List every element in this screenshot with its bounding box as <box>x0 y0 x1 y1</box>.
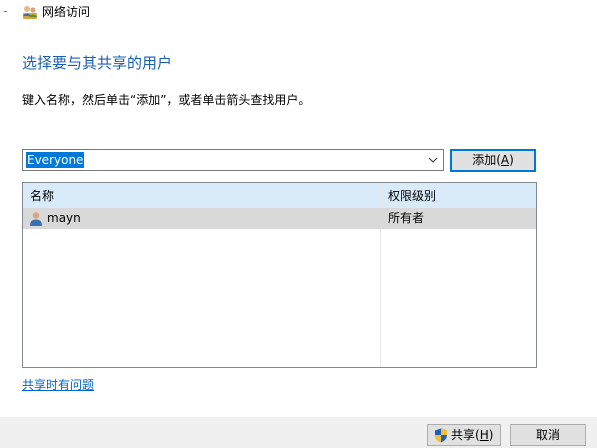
share-button-label: 共享( <box>451 428 480 442</box>
cancel-button[interactable]: 取消 <box>510 424 586 446</box>
user-name-cell: mayn <box>47 211 81 225</box>
chevron-down-icon[interactable] <box>428 155 438 165</box>
network-share-users-icon <box>23 6 37 19</box>
window-title: 网络访问 <box>42 5 91 19</box>
share-button-mnemonic: H <box>479 428 489 442</box>
instruction-text: 键入名称，然后单击“添加”，或者单击箭头查找用户。 <box>22 93 311 107</box>
add-button-label: 添加( <box>472 153 501 167</box>
permission-level-cell[interactable]: 所有者 <box>388 211 424 226</box>
add-button[interactable]: 添加(A) <box>450 149 536 172</box>
list-header: 名称 权限级别 <box>23 183 536 209</box>
title-bar: 网络访问 <box>0 0 597 24</box>
share-button-suffix: ) <box>488 428 494 442</box>
window-edge-mark <box>4 11 7 12</box>
dialog-footer <box>0 417 597 448</box>
sharing-help-link[interactable]: 共享时有问题 <box>22 377 94 393</box>
shared-users-list[interactable]: 名称 权限级别 mayn 所有者 <box>22 182 537 368</box>
uac-shield-icon <box>435 428 447 443</box>
add-button-mnemonic: A <box>500 153 510 167</box>
column-header-name[interactable]: 名称 <box>30 188 54 204</box>
user-icon <box>30 212 42 226</box>
user-name-input[interactable]: Everyone <box>26 152 85 168</box>
page-heading: 选择要与其共享的用户 <box>22 54 173 72</box>
share-button-text: 共享(H) <box>451 425 493 445</box>
column-header-permission[interactable]: 权限级别 <box>388 188 436 204</box>
add-button-suffix: ) <box>509 153 514 167</box>
table-row[interactable]: mayn 所有者 <box>23 208 536 229</box>
share-button[interactable]: 共享(H) <box>427 424 501 446</box>
user-name-combobox[interactable]: Everyone <box>22 149 444 171</box>
